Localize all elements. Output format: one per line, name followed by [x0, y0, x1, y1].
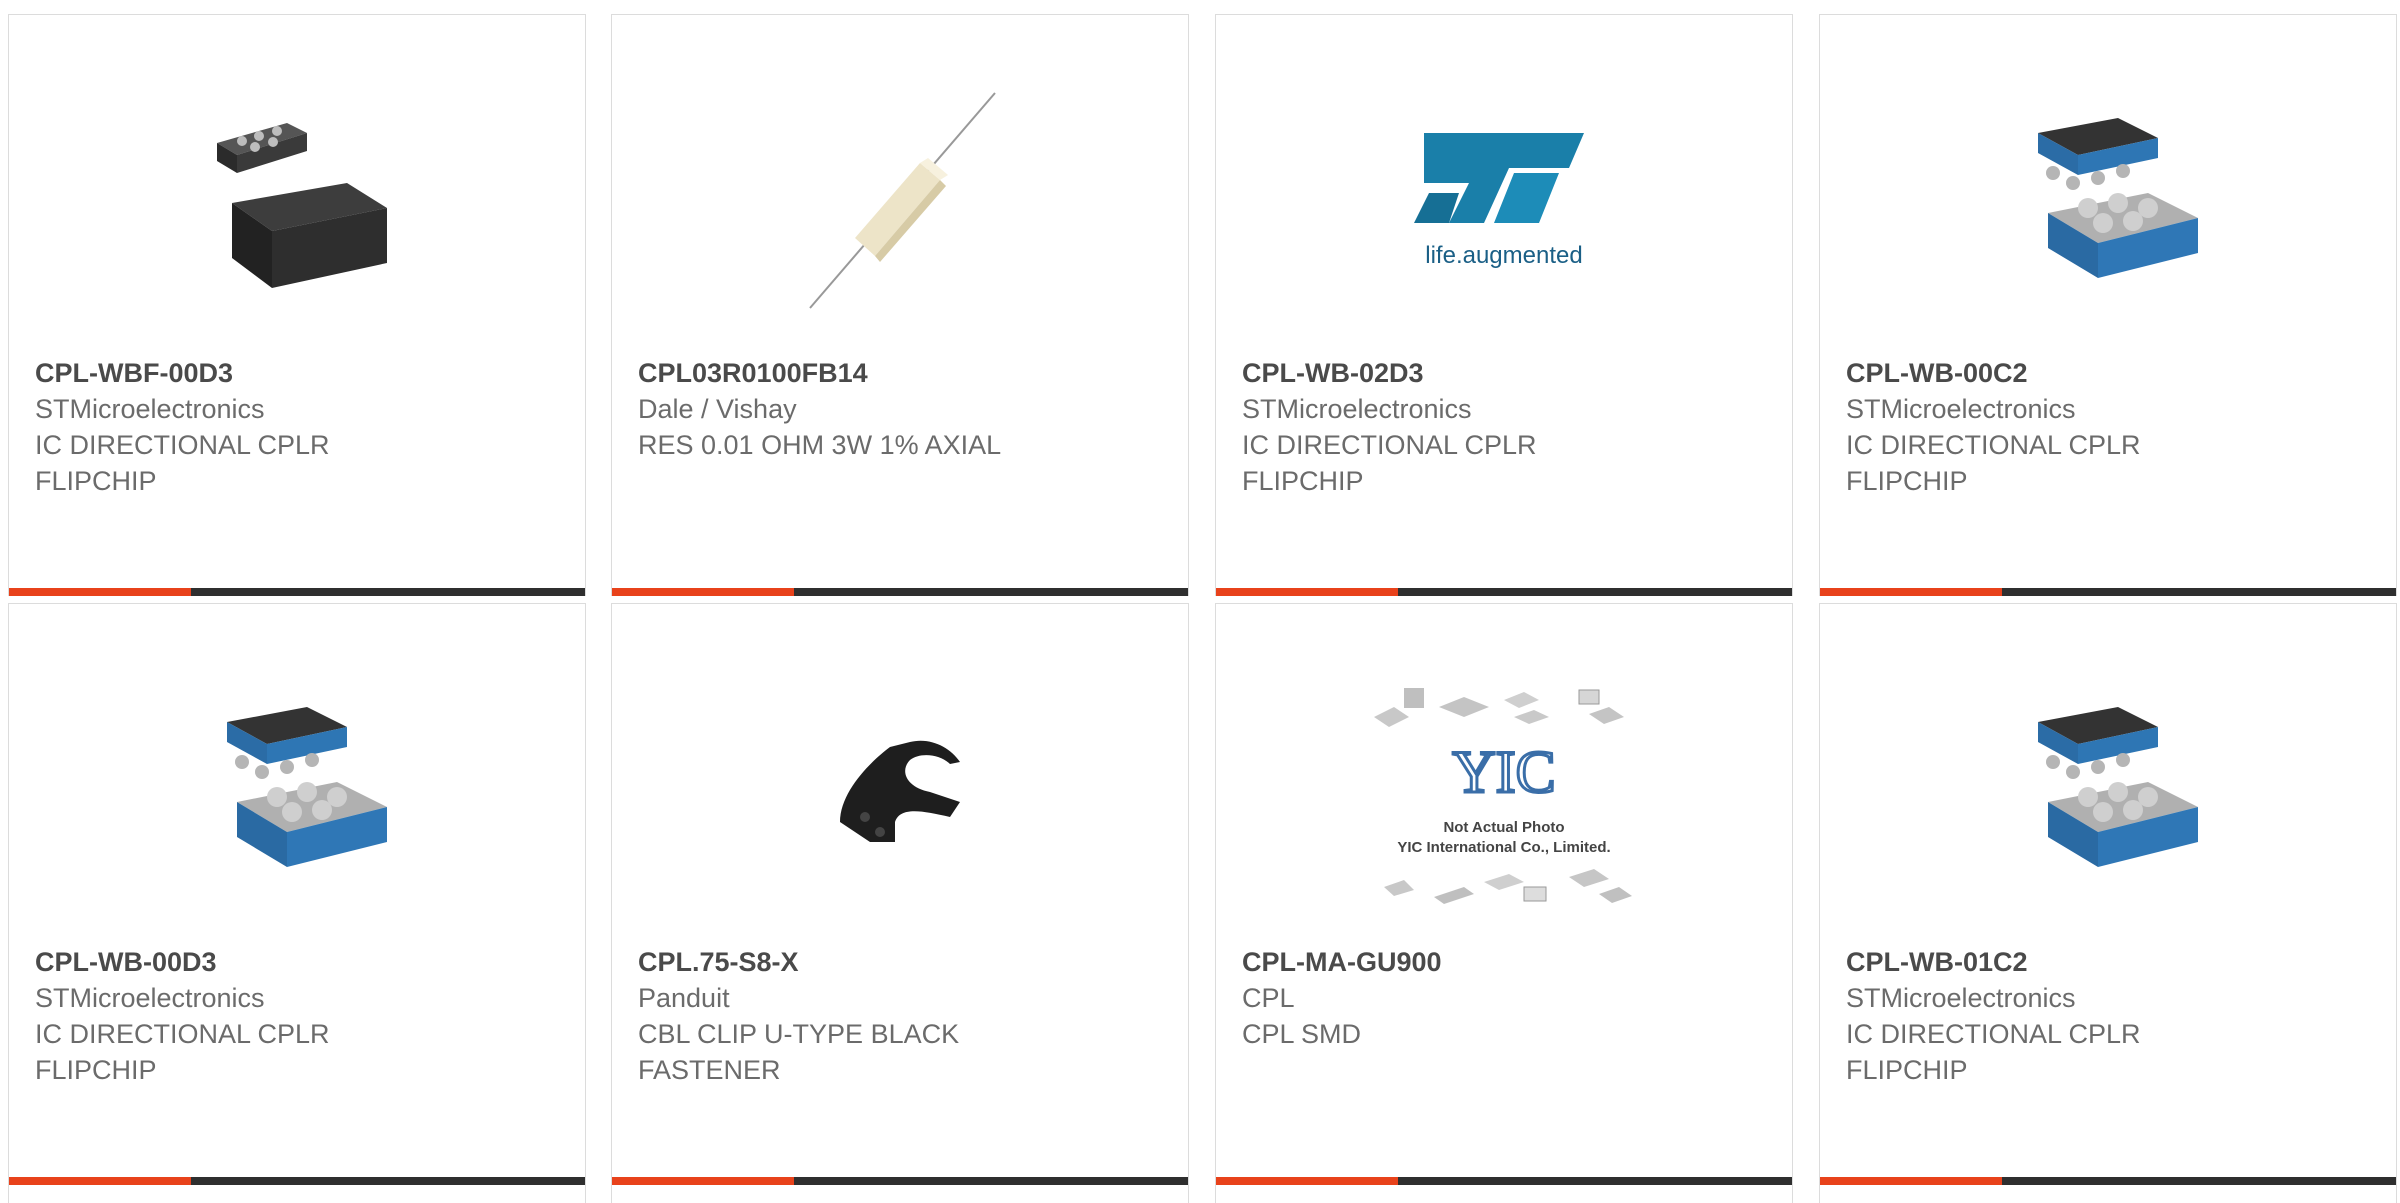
card-bar: [612, 1177, 1188, 1185]
part-number[interactable]: CPL-WB-00C2: [1846, 355, 2266, 391]
product-image[interactable]: life.augmented: [1394, 73, 1614, 333]
manufacturer: Panduit: [638, 983, 730, 1013]
description: IC DIRECTIONAL CPLR FLIPCHIP: [1846, 1019, 2141, 1085]
product-card[interactable]: CPL03R0100FB14 Dale / Vishay RES 0.01 OH…: [611, 14, 1189, 596]
part-number[interactable]: CPL-WB-00D3: [35, 944, 455, 980]
card-bar: [612, 588, 1188, 596]
description: RES 0.01 OHM 3W 1% AXIAL: [638, 430, 1002, 460]
description: IC DIRECTIONAL CPLR FLIPCHIP: [1242, 430, 1537, 496]
description: IC DIRECTIONAL CPLR FLIPCHIP: [35, 430, 330, 496]
part-number[interactable]: CPL-WBF-00D3: [35, 355, 455, 391]
logo-tagline: life.augmented: [1425, 242, 1582, 269]
manufacturer: STMicroelectronics: [35, 394, 265, 424]
part-number[interactable]: CPL-MA-GU900: [1242, 944, 1662, 980]
flipchip-dual-icon: [217, 123, 387, 288]
description: CBL CLIP U-TYPE BLACK FASTENER: [638, 1019, 960, 1085]
card-bar: [1216, 1177, 1792, 1185]
card-bar: [1820, 1177, 2396, 1185]
manufacturer: STMicroelectronics: [1846, 394, 2076, 424]
svg-text:YIC: YIC: [1452, 739, 1555, 805]
part-number[interactable]: CPL-WB-02D3: [1242, 355, 1662, 391]
product-image[interactable]: [1988, 662, 2228, 922]
product-card[interactable]: YIC Not Actual Photo YIC International C…: [1215, 603, 1793, 1203]
manufacturer: Dale / Vishay: [638, 394, 797, 424]
card-bar: [1216, 588, 1792, 596]
manufacturer: STMicroelectronics: [1846, 983, 2076, 1013]
part-number[interactable]: CPL.75-S8-X: [638, 944, 1058, 980]
yic-placeholder: YIC Not Actual Photo YIC International C…: [1374, 688, 1632, 904]
manufacturer: STMicroelectronics: [35, 983, 265, 1013]
description: IC DIRECTIONAL CPLR FLIPCHIP: [35, 1019, 330, 1085]
placeholder-line2: YIC International Co., Limited.: [1397, 839, 1610, 856]
product-card[interactable]: life.augmented CPL-WB-02D3 STMicroelectr…: [1215, 14, 1793, 596]
card-bar: [1820, 588, 2396, 596]
product-card[interactable]: CPL-WB-01C2 STMicroelectronics IC DIRECT…: [1819, 603, 2397, 1203]
manufacturer: STMicroelectronics: [1242, 394, 1472, 424]
st-logo: life.augmented: [1414, 133, 1584, 269]
flipchip-bga-icon: [227, 707, 387, 867]
part-number[interactable]: CPL03R0100FB14: [638, 355, 1058, 391]
product-image[interactable]: [177, 662, 417, 922]
description: IC DIRECTIONAL CPLR FLIPCHIP: [1846, 430, 2141, 496]
product-card[interactable]: CPL-WBF-00D3 STMicroelectronics IC DIREC…: [8, 14, 586, 596]
placeholder-line1: Not Actual Photo: [1443, 819, 1564, 836]
part-number[interactable]: CPL-WB-01C2: [1846, 944, 2266, 980]
flipchip-bga-icon: [2038, 118, 2198, 278]
product-image[interactable]: [177, 73, 417, 333]
product-card[interactable]: CPL.75-S8-X Panduit CBL CLIP U-TYPE BLAC…: [611, 603, 1189, 1203]
cable-clip-icon: [840, 740, 960, 842]
manufacturer: CPL: [1242, 983, 1295, 1013]
product-image[interactable]: [1988, 73, 2228, 333]
card-bar: [9, 588, 585, 596]
description: CPL SMD: [1242, 1019, 1362, 1049]
product-card[interactable]: CPL-WB-00C2 STMicroelectronics IC DIRECT…: [1819, 14, 2397, 596]
product-image[interactable]: [780, 73, 1020, 333]
card-bar: [9, 1177, 585, 1185]
flipchip-bga-icon: [2038, 707, 2198, 867]
product-image[interactable]: YIC Not Actual Photo YIC International C…: [1364, 682, 1644, 922]
product-image[interactable]: [780, 662, 1020, 922]
product-card[interactable]: CPL-WB-00D3 STMicroelectronics IC DIRECT…: [8, 603, 586, 1203]
axial-resistor-icon: [809, 92, 996, 309]
